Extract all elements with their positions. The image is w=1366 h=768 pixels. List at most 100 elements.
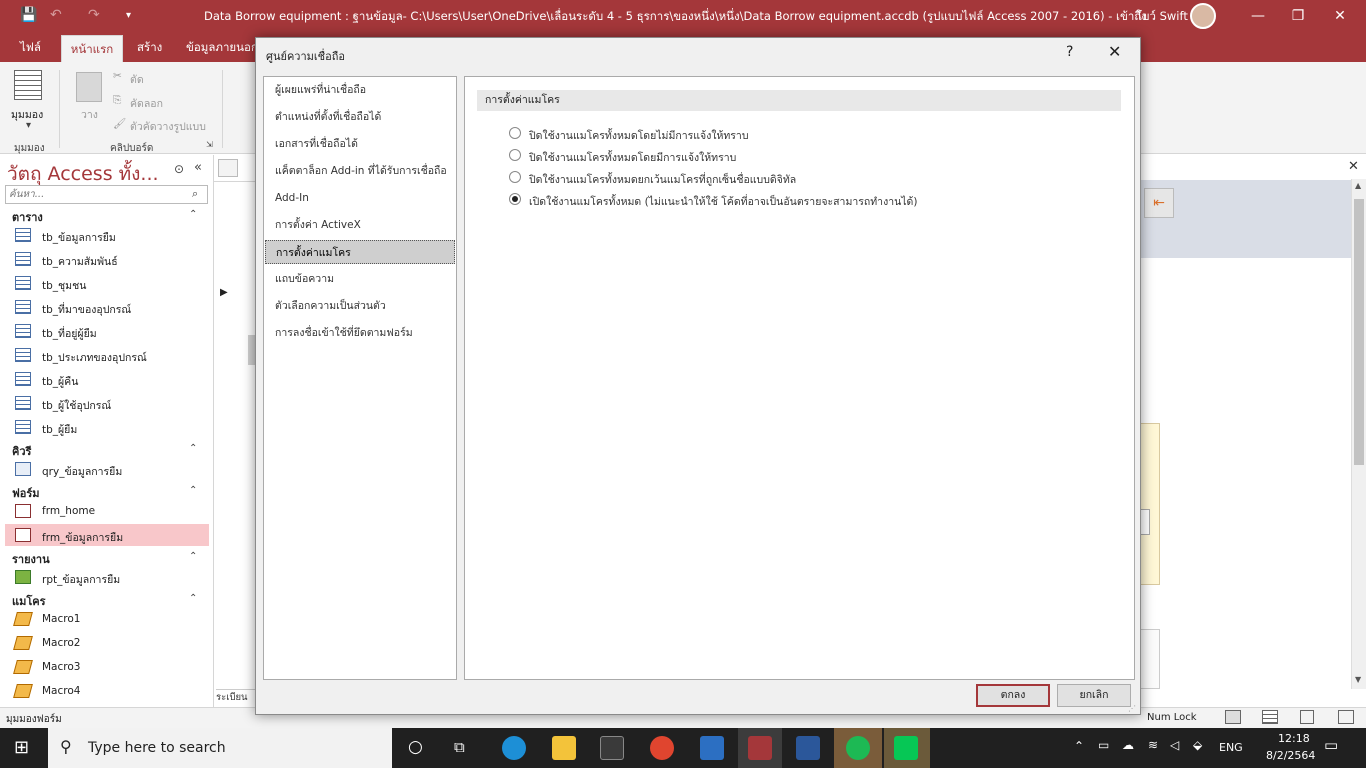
line-icon[interactable]	[894, 736, 918, 760]
collapse-group-icon[interactable]: ⌃	[189, 485, 197, 496]
list-item-query[interactable]: qry_ข้อมูลการยืม	[5, 458, 209, 480]
exit-icon[interactable]: ⇤	[1144, 188, 1174, 218]
category-item[interactable]: ตำแหน่งที่ตั้งที่เชื่อถือได้	[265, 105, 455, 129]
list-item-table[interactable]: tb_ประเภทของอุปกรณ์	[5, 344, 209, 366]
tab-home[interactable]: หน้าแรก	[61, 35, 123, 62]
input-language[interactable]: ENG	[1219, 741, 1243, 754]
redo-icon[interactable]: ↷	[88, 7, 100, 23]
category-item-selected[interactable]: การตั้งค่าแมโคร	[265, 240, 455, 264]
radio-button[interactable]	[509, 149, 521, 161]
ok-button[interactable]: ตกลง	[976, 684, 1050, 707]
clock-date[interactable]: 8/2/2564	[1266, 749, 1315, 762]
battery-icon[interactable]: ▭	[1098, 738, 1109, 752]
format-painter-label[interactable]: ตัวคัดวางรูปแบบ	[130, 118, 206, 135]
list-item-macro[interactable]: Macro1	[5, 608, 209, 630]
list-item-report[interactable]: rpt_ข้อมูลการยืม	[5, 566, 209, 588]
tab-external-data[interactable]: ข้อมูลภายนอก	[186, 39, 258, 57]
list-item-form-selected[interactable]: frm_ข้อมูลการยืม	[5, 524, 209, 546]
cancel-button[interactable]: ยกเลิก	[1057, 684, 1131, 707]
collapse-pane-icon[interactable]: «	[194, 160, 202, 175]
nav-search-input[interactable]	[6, 186, 186, 203]
radio-button[interactable]	[509, 171, 521, 183]
nav-menu-icon[interactable]: ⊙	[174, 162, 184, 176]
undo-icon[interactable]: ↶	[50, 7, 62, 23]
format-painter-icon[interactable]: 🖌	[113, 117, 126, 130]
view-dropdown-icon[interactable]: ▾	[26, 120, 31, 131]
paste-icon[interactable]	[76, 72, 102, 102]
list-item-table[interactable]: tb_ผู้คืน	[5, 368, 209, 390]
collapse-group-icon[interactable]: ⌃	[189, 551, 197, 562]
option-label[interactable]: ปิดใช้งานแมโครทั้งหมดยกเว้นแมโครที่ถูกเซ…	[529, 171, 796, 188]
search-icon[interactable]: ⌕	[192, 187, 198, 201]
macro-option[interactable]: ปิดใช้งานแมโครทั้งหมดโดยมีการแจ้งให้ทราบ	[509, 147, 1109, 165]
show-hidden-icons-icon[interactable]: ⌃	[1074, 739, 1084, 753]
list-item-macro[interactable]: Macro3	[5, 656, 209, 678]
restore-button[interactable]: ❐	[1280, 4, 1316, 28]
list-item-table[interactable]: tb_ผู้ใช้อุปกรณ์	[5, 392, 209, 414]
collapse-group-icon[interactable]: ⌃	[189, 209, 197, 220]
close-form-icon[interactable]: ✕	[1348, 159, 1359, 174]
mail-icon[interactable]	[700, 736, 724, 760]
list-item-table[interactable]: tb_ความสัมพันธ์	[5, 248, 209, 270]
clipboard-launcher-icon[interactable]: ⇲	[206, 140, 213, 149]
access-icon[interactable]	[748, 736, 772, 760]
category-item[interactable]: เอกสารที่เชื่อถือได้	[265, 132, 455, 156]
save-icon[interactable]: 💾	[20, 7, 37, 23]
dropbox-icon[interactable]: ⬙	[1193, 738, 1202, 752]
record-navigation[interactable]: ระเบียน	[216, 689, 256, 706]
copy-icon[interactable]: ⎘	[113, 94, 121, 107]
scroll-up-icon[interactable]: ▲	[1355, 181, 1361, 190]
category-item[interactable]: ตัวเลือกความเป็นส่วนตัว	[265, 294, 455, 318]
category-item[interactable]: แค็ตตาล็อก Add-in ที่ได้รับการเชื่อถือ	[265, 159, 455, 183]
layout-view-icon[interactable]	[1300, 710, 1314, 724]
spotify-icon[interactable]	[846, 736, 870, 760]
record-selector-icon[interactable]: ▶	[220, 287, 228, 298]
category-item[interactable]: การตั้งค่า ActiveX	[265, 213, 455, 237]
volume-icon[interactable]: ◁	[1170, 738, 1179, 752]
option-label[interactable]: ปิดใช้งานแมโครทั้งหมดโดยไม่มีการแจ้งให้ท…	[529, 127, 749, 144]
macro-option[interactable]: ปิดใช้งานแมโครทั้งหมดโดยไม่มีการแจ้งให้ท…	[509, 125, 1109, 143]
category-item[interactable]: แถบข้อความ	[265, 267, 455, 291]
tab-file[interactable]: ไฟล์	[20, 39, 41, 57]
user-name[interactable]: โบว์ Swift	[1136, 8, 1188, 26]
cut-label[interactable]: ตัด	[130, 71, 144, 88]
close-window-button[interactable]: ✕	[1322, 4, 1358, 28]
view-icon[interactable]	[14, 70, 42, 100]
list-item-macro[interactable]: Macro4	[5, 680, 209, 702]
word-icon[interactable]	[796, 736, 820, 760]
store-icon[interactable]	[600, 736, 624, 760]
onedrive-icon[interactable]: ☁	[1122, 738, 1134, 752]
option-label[interactable]: เปิดใช้งานแมโครทั้งหมด (ไม่แนะนำให้ใช้ โ…	[529, 193, 917, 210]
cortana-icon[interactable]: ○	[408, 737, 423, 757]
radio-button-checked[interactable]	[509, 193, 521, 205]
task-view-icon[interactable]: ⧉	[454, 738, 465, 756]
dialog-close-button[interactable]: ✕	[1108, 42, 1121, 61]
edge-browser-icon[interactable]	[502, 736, 526, 760]
list-item-table[interactable]: tb_ข้อมูลการยืม	[5, 224, 209, 246]
radio-button[interactable]	[509, 127, 521, 139]
file-explorer-icon[interactable]	[552, 736, 576, 760]
help-button[interactable]: ?	[1066, 44, 1073, 60]
datasheet-view-icon[interactable]	[1262, 710, 1278, 724]
scrollbar-thumb[interactable]	[1354, 199, 1364, 465]
taskbar-search-box[interactable]: ⚲ Type here to search	[48, 728, 392, 768]
avatar[interactable]	[1190, 3, 1216, 29]
collapse-group-icon[interactable]: ⌃	[189, 593, 197, 604]
category-item[interactable]: Add-In	[265, 186, 455, 210]
windows-start-icon[interactable]: ⊞	[14, 737, 29, 758]
scroll-down-icon[interactable]: ▼	[1355, 675, 1361, 684]
wifi-icon[interactable]: ≋	[1148, 738, 1158, 752]
list-item-table[interactable]: tb_ชุมชน	[5, 272, 209, 294]
list-item-macro[interactable]: Macro2	[5, 632, 209, 654]
list-item-form[interactable]: frm_home	[5, 500, 209, 522]
cut-icon[interactable]: ✂	[113, 70, 122, 82]
clock-time[interactable]: 12:18	[1278, 732, 1310, 745]
form-tab-icon[interactable]	[218, 159, 238, 177]
customize-quick-access-icon[interactable]: ▾	[126, 10, 131, 21]
chrome-icon[interactable]	[650, 736, 674, 760]
notifications-icon[interactable]: ▭	[1324, 736, 1338, 754]
macro-option-selected[interactable]: เปิดใช้งานแมโครทั้งหมด (ไม่แนะนำให้ใช้ โ…	[509, 191, 1109, 209]
option-label[interactable]: ปิดใช้งานแมโครทั้งหมดโดยมีการแจ้งให้ทราบ	[529, 149, 736, 166]
tab-create[interactable]: สร้าง	[137, 39, 162, 57]
copy-label[interactable]: คัดลอก	[130, 95, 163, 112]
